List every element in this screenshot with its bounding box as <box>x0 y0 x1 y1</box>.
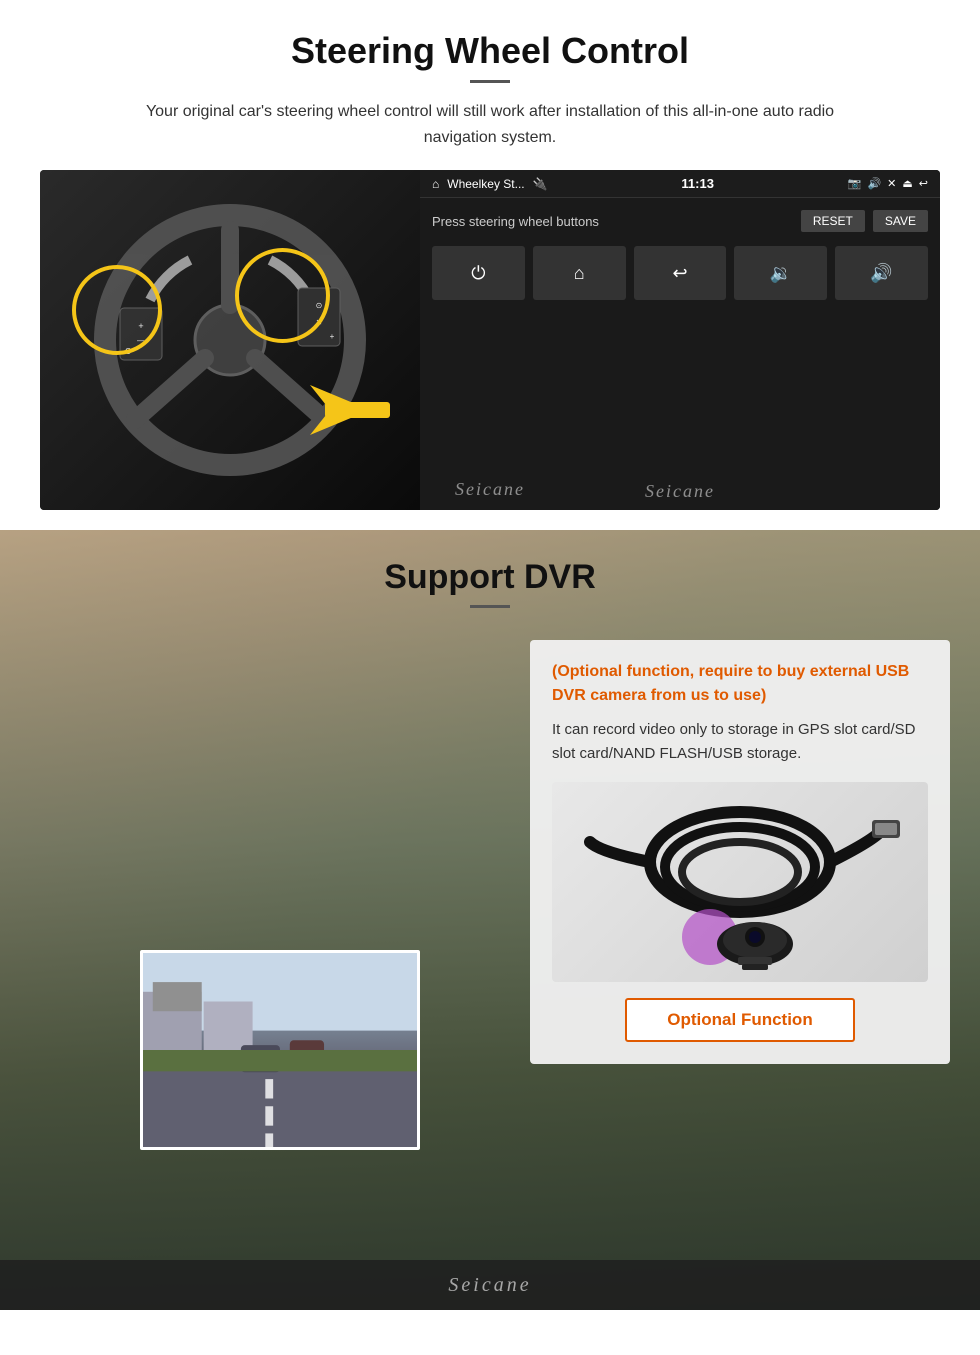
dvr-bottom-bar: Seicane <box>0 1260 980 1310</box>
dvr-thumbnail-inner <box>143 953 417 1147</box>
dvr-section: Support DVR <box>0 530 980 1310</box>
swc-cell-back[interactable]: ↩ <box>634 246 727 300</box>
yellow-circle-left <box>72 265 162 355</box>
eject-icon: ⏏ <box>902 177 912 190</box>
svg-text:+: + <box>330 332 335 341</box>
save-button[interactable]: SAVE <box>873 210 928 232</box>
android-ui-panel: ⌂ Wheelkey St... 🔌 11:13 📷 🔊 ✕ ⏏ ↩ Press… <box>420 170 940 510</box>
dvr-title: Support DVR <box>0 530 980 597</box>
dvr-title-divider <box>470 605 510 608</box>
swc-cell-vol-up[interactable]: 🔊 <box>835 246 928 300</box>
swc-content: Press steering wheel buttons RESET SAVE … <box>420 198 940 477</box>
dvr-optional-text: (Optional function, require to buy exter… <box>552 660 928 708</box>
home-icon: ⌂ <box>432 177 439 191</box>
volume-icon: 🔊 <box>867 177 881 190</box>
swc-cell-power[interactable]: ⏻ <box>432 246 525 300</box>
steering-wheel-section: Steering Wheel Control Your original car… <box>0 0 980 530</box>
swc-buttons: RESET SAVE <box>801 210 928 232</box>
title-divider <box>470 80 510 83</box>
statusbar-right: 📷 🔊 ✕ ⏏ ↩ <box>848 177 928 190</box>
yellow-arrow-icon <box>300 370 400 450</box>
seicane-watermark-steering: Seicane <box>455 479 525 500</box>
statusbar-left: ⌂ Wheelkey St... 🔌 <box>432 177 548 191</box>
dvr-description: It can record video only to storage in G… <box>552 718 928 766</box>
swc-grid: ⏻ ⌂ ↩ 🔉 🔊 <box>432 246 928 300</box>
camera-svg-container <box>552 782 928 982</box>
dvr-thumbnail-scene <box>143 953 417 1147</box>
swc-cell-vol-down[interactable]: 🔉 <box>734 246 827 300</box>
swc-cell-home[interactable]: ⌂ <box>533 246 626 300</box>
dvr-camera-svg <box>580 782 900 972</box>
swc-instruction: Press steering wheel buttons <box>432 214 599 229</box>
yellow-circle-right <box>235 248 330 343</box>
optional-function-button[interactable]: Optional Function <box>625 998 854 1042</box>
close-icon: ✕ <box>887 177 896 190</box>
dvr-camera-image <box>552 782 928 982</box>
steering-description: Your original car's steering wheel contr… <box>110 99 870 150</box>
dvr-thumbnail <box>140 950 420 1150</box>
reset-button[interactable]: RESET <box>801 210 865 232</box>
steering-title: Steering Wheel Control <box>40 30 940 72</box>
statusbar-app-name: Wheelkey St... <box>447 177 524 191</box>
camera-icon: 📷 <box>848 177 862 190</box>
steering-photo: + — C ⊙ ✕ + <box>40 170 420 510</box>
back-icon: ↩ <box>919 177 928 190</box>
dvr-info-card: (Optional function, require to buy exter… <box>530 640 950 1064</box>
swc-header: Press steering wheel buttons RESET SAVE <box>432 210 928 232</box>
android-statusbar: ⌂ Wheelkey St... 🔌 11:13 📷 🔊 ✕ ⏏ ↩ <box>420 170 940 198</box>
usb-icon: 🔌 <box>533 177 548 191</box>
dvr-watermark: Seicane <box>448 1274 531 1297</box>
statusbar-time: 11:13 <box>681 176 714 191</box>
steering-image-container: + — C ⊙ ✕ + ⌂ <box>40 170 940 510</box>
